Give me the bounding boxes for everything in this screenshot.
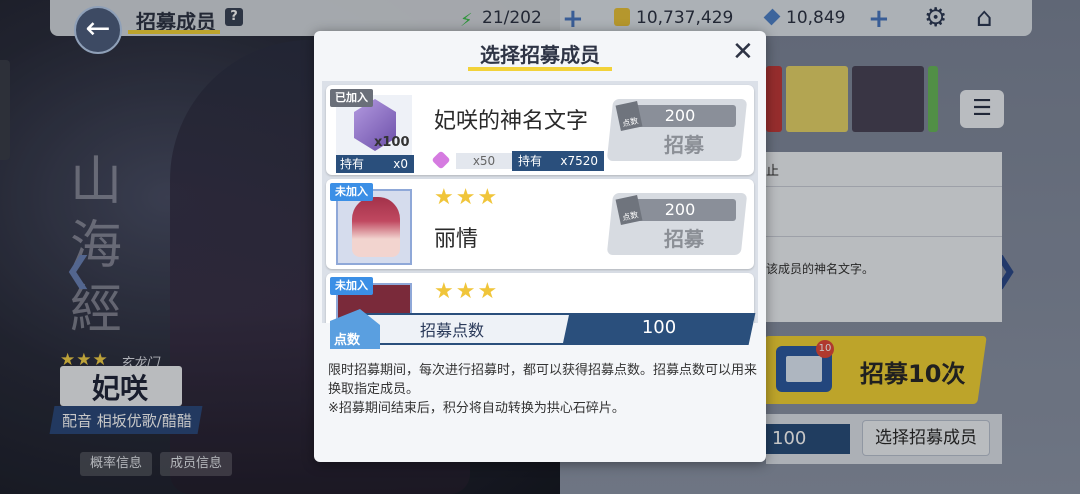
modal-title: 选择招募成员 — [480, 43, 600, 67]
title-underline — [468, 67, 612, 71]
member-stars: ★★★ — [434, 185, 500, 210]
hold-value: x0 — [393, 157, 408, 171]
recruit-points-row: 点数 招募点数 100 — [330, 309, 756, 349]
select-member-modal: 选择招募成员 ✕ 已加入 x100 持有 x0 妃咲的神名文字 x50 持有 x… — [314, 31, 766, 462]
member-list[interactable]: 已加入 x100 持有 x0 妃咲的神名文字 x50 持有 x7520 200 … — [322, 81, 758, 323]
owned-value: x7520 — [560, 154, 598, 168]
cost-value: x50 — [456, 153, 512, 169]
description-note: ※招募期间结束后，积分将自动转换为拱心石碎片。 — [328, 401, 625, 416]
owned-label: 持有 — [518, 154, 543, 168]
hold-bar: 持有 x0 — [336, 155, 414, 173]
shard-count: x100 — [374, 135, 410, 150]
member-name: 妃咲的神名文字 — [434, 109, 589, 134]
owned-bar: 持有 x7520 — [512, 151, 604, 171]
list-item[interactable]: 未加入 ★★★ 丽情 200 点数 招募 — [326, 179, 754, 269]
recruit-label: 招募 — [664, 133, 704, 157]
description: 限时招募期间，每次进行招募时，都可以获得招募点数。招募点数可以用来换取指定成员。… — [328, 361, 758, 418]
not-joined-tag: 未加入 — [330, 183, 373, 201]
cost-row: x50 持有 x7520 — [431, 150, 604, 171]
close-icon[interactable]: ✕ — [732, 37, 754, 67]
not-joined-tag: 未加入 — [330, 277, 373, 295]
member-stars: ★★★ — [434, 279, 500, 304]
back-button[interactable]: ← — [74, 6, 122, 54]
avatar — [352, 197, 400, 257]
points-value: 100 — [641, 317, 677, 338]
list-item[interactable]: 已加入 x100 持有 x0 妃咲的神名文字 x50 持有 x7520 200 … — [326, 85, 754, 175]
description-line: 限时招募期间，每次进行招募时，都可以获得招募点数。招募点数可以用来换取指定成员。 — [328, 363, 758, 397]
joined-tag: 已加入 — [330, 89, 373, 107]
points-label: 招募点数 — [420, 321, 485, 340]
hold-label: 持有 — [340, 157, 365, 171]
shard-gem-icon — [431, 150, 451, 170]
member-name: 丽情 — [434, 227, 479, 252]
recruit-label: 招募 — [664, 227, 704, 251]
